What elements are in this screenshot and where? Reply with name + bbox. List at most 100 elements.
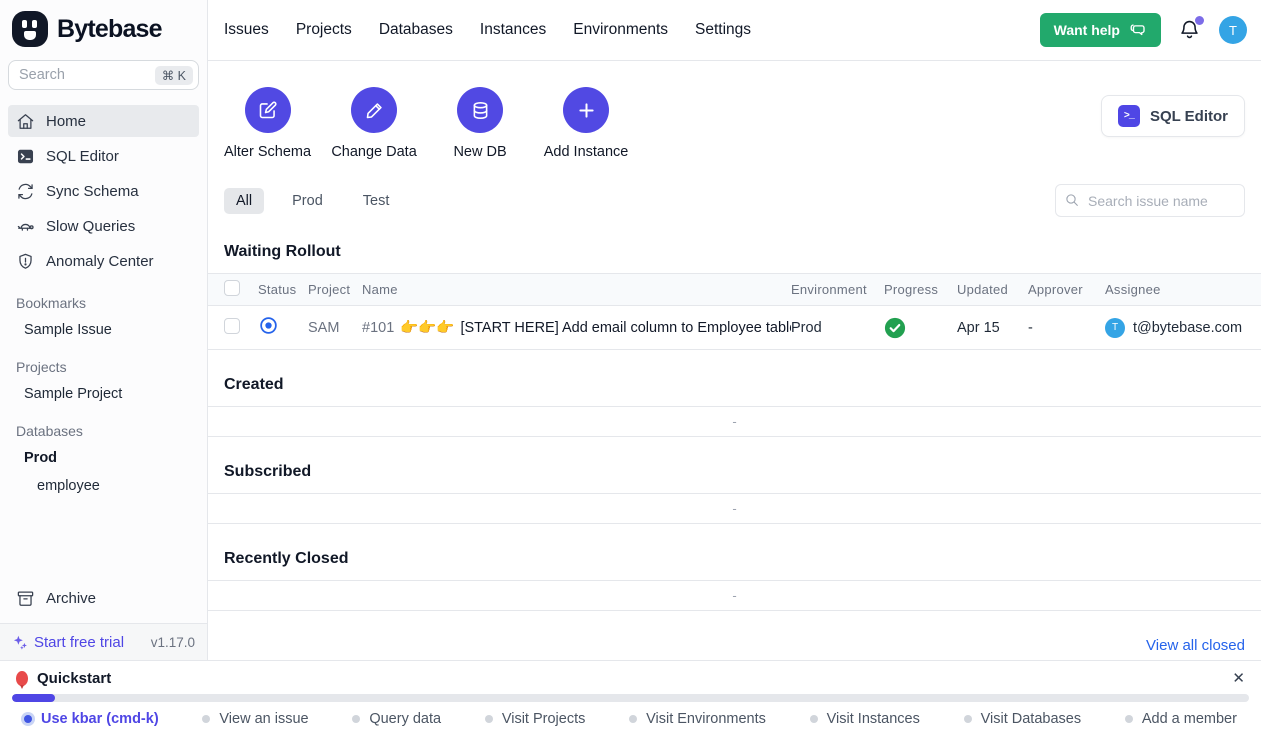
topnav-item-settings[interactable]: Settings (695, 21, 751, 39)
sidebar-item-prod[interactable]: Prod (0, 444, 207, 472)
sidebar-group-bookmarks: Bookmarks (0, 280, 207, 316)
start-free-trial-link[interactable]: Start free trial (34, 634, 124, 651)
issue-name: [START HERE] Add email column to Employe… (460, 320, 791, 336)
quickstart-step-visit-databases[interactable]: Visit Databases (964, 711, 1081, 727)
top-header: Issues Projects Databases Instances Envi… (208, 0, 1261, 61)
notification-dot (1195, 16, 1204, 25)
sidebar-item-label: Archive (46, 590, 96, 607)
sidebar-item-sql-editor[interactable]: SQL Editor (8, 140, 199, 172)
topnav-item-issues[interactable]: Issues (224, 21, 269, 39)
new-db-button[interactable]: New DB (437, 87, 523, 160)
sidebar-nav: Home SQL Editor Sync Schema Slow Queries… (0, 102, 207, 280)
issue-search-input[interactable] (1055, 184, 1245, 217)
step-dot-icon (964, 715, 972, 723)
step-dot-icon (352, 715, 360, 723)
tab-prod[interactable]: Prod (280, 188, 335, 214)
sidebar-item-label: Slow Queries (46, 218, 135, 235)
main-area: Issues Projects Databases Instances Envi… (208, 0, 1261, 660)
column-header: Approver (1028, 282, 1105, 297)
issue-table-header: Status Project Name Environment Progress… (208, 273, 1261, 306)
issue-id: #101 (362, 320, 394, 336)
column-header: Updated (957, 282, 1028, 297)
green-check-icon (884, 317, 906, 339)
step-dot-icon (485, 715, 493, 723)
column-header: Progress (884, 282, 957, 297)
home-icon (16, 112, 35, 131)
sidebar-item-archive[interactable]: Archive (8, 582, 199, 614)
sidebar-search[interactable]: ⌘ K (8, 60, 199, 90)
home-content: Alter Schema Change Data New DB Add (208, 61, 1261, 660)
brand-logo[interactable]: Bytebase (0, 0, 207, 60)
project-cell: SAM (308, 320, 362, 336)
approver-cell: - (1028, 320, 1105, 336)
sidebar-item-sample-project[interactable]: Sample Project (0, 380, 207, 408)
section-title-waiting-rollout: Waiting Rollout (224, 243, 1245, 261)
assignee-avatar: T (1105, 318, 1125, 338)
keyboard-shortcut-badge: ⌘ K (155, 66, 193, 85)
alter-schema-button[interactable]: Alter Schema (224, 87, 311, 160)
topnav-item-databases[interactable]: Databases (379, 21, 453, 39)
step-dot-icon (202, 715, 210, 723)
quickstart-step-query-data[interactable]: Query data (352, 711, 441, 727)
assignee-cell: T t@bytebase.com (1105, 318, 1261, 338)
sidebar-item-employee[interactable]: employee (0, 472, 207, 500)
step-label: Visit Instances (827, 711, 920, 727)
search-input[interactable] (19, 67, 149, 83)
shield-icon (16, 252, 35, 271)
topnav-item-projects[interactable]: Projects (296, 21, 352, 39)
close-icon[interactable]: ✕ (1232, 671, 1245, 686)
created-empty-row: - (208, 406, 1261, 437)
step-dot-icon (1125, 715, 1133, 723)
section-title-created: Created (224, 376, 1245, 394)
bytebase-logo-icon (12, 11, 48, 47)
quickstart-step-visit-projects[interactable]: Visit Projects (485, 711, 586, 727)
notifications-bell[interactable] (1178, 18, 1202, 42)
topnav-item-environments[interactable]: Environments (573, 21, 668, 39)
quickstart-step-view-issue[interactable]: View an issue (202, 711, 308, 727)
column-header: Name (362, 282, 791, 297)
sidebar-item-slow-queries[interactable]: Slow Queries (8, 210, 199, 242)
add-instance-button[interactable]: Add Instance (543, 87, 629, 160)
row-checkbox[interactable] (224, 318, 240, 334)
edit-schema-icon (257, 100, 278, 121)
want-help-label: Want help (1054, 22, 1120, 38)
sidebar-item-sync-schema[interactable]: Sync Schema (8, 175, 199, 207)
sql-editor-button[interactable]: >_ SQL Editor (1101, 95, 1245, 137)
tab-all[interactable]: All (224, 188, 264, 214)
quickstart-progress-track (12, 694, 1249, 702)
sidebar-item-label: Home (46, 113, 86, 130)
topnav-item-instances[interactable]: Instances (480, 21, 546, 39)
want-help-button[interactable]: Want help (1040, 13, 1161, 47)
quickstart-progress-fill (12, 694, 55, 702)
quick-actions: Alter Schema Change Data New DB Add (224, 87, 629, 160)
column-header: Assignee (1105, 282, 1261, 297)
sidebar-item-label: Sync Schema (46, 183, 139, 200)
user-avatar[interactable]: T (1219, 16, 1247, 44)
step-label: Query data (369, 711, 441, 727)
issue-name-cell[interactable]: #101 👉👉👉 [START HERE] Add email column t… (362, 319, 791, 336)
sidebar-item-label: Anomaly Center (46, 253, 154, 270)
select-all-checkbox[interactable] (224, 280, 240, 296)
quickstart-step-use-kbar[interactable]: Use kbar (cmd-k) (24, 711, 159, 727)
section-title-recently-closed: Recently Closed (224, 550, 1245, 568)
sidebar-group-projects: Projects (0, 344, 207, 380)
view-all-closed-link[interactable]: View all closed (224, 637, 1245, 654)
step-label: View an issue (219, 711, 308, 727)
quickstart-step-visit-instances[interactable]: Visit Instances (810, 711, 920, 727)
quickstart-step-add-member[interactable]: Add a member (1125, 711, 1237, 727)
assignee-email: t@bytebase.com (1133, 320, 1242, 336)
tab-test[interactable]: Test (351, 188, 402, 214)
sidebar-item-home[interactable]: Home (8, 105, 199, 137)
change-data-button[interactable]: Change Data (331, 87, 417, 160)
quickstart-steps: Use kbar (cmd-k) View an issue Query dat… (0, 702, 1261, 727)
sidebar: Bytebase ⌘ K Home SQL Editor Sync Schema (0, 0, 208, 660)
quick-action-label: New DB (453, 144, 506, 160)
issue-search[interactable] (1055, 184, 1245, 217)
updated-cell: Apr 15 (957, 320, 1028, 336)
environment-cell: Prod (791, 320, 884, 336)
sidebar-item-sample-issue[interactable]: Sample Issue (0, 316, 207, 344)
sidebar-group-databases: Databases (0, 408, 207, 444)
issue-row[interactable]: SAM #101 👉👉👉 [START HERE] Add email colu… (208, 306, 1261, 350)
quickstart-step-visit-environments[interactable]: Visit Environments (629, 711, 766, 727)
sidebar-item-anomaly-center[interactable]: Anomaly Center (8, 245, 199, 277)
